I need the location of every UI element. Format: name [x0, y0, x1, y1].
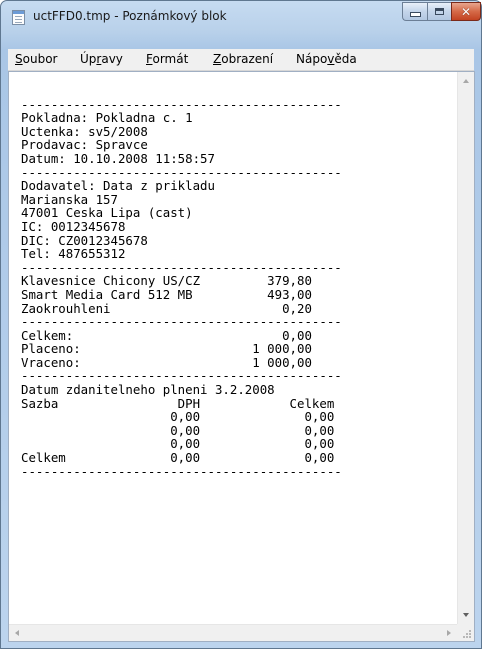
close-icon: ✕ [460, 4, 472, 19]
minimize-icon [410, 12, 421, 17]
document-text[interactable]: ----------------------------------------… [21, 84, 342, 478]
menu-soubor[interactable]: Soubor [15, 52, 57, 66]
maximize-button[interactable] [427, 2, 452, 21]
scroll-right-arrow-icon[interactable] [447, 630, 451, 636]
menu-bar: Soubor Úpravy Formát Zobrazení Nápověda [8, 49, 474, 71]
menu-napoveda[interactable]: Nápověda [296, 52, 357, 66]
scroll-down-arrow-icon[interactable] [463, 613, 469, 617]
minimize-button[interactable] [402, 2, 428, 21]
horizontal-scrollbar[interactable] [9, 624, 457, 641]
menu-zobrazeni[interactable]: Zobrazení [213, 52, 273, 66]
menu-format[interactable]: Formát [146, 52, 188, 66]
notepad-window: uctFFD0.tmp - Poznámkový blok ✕ Soubor Ú… [0, 0, 482, 649]
notepad-icon[interactable] [12, 10, 25, 25]
text-editor-area[interactable]: ----------------------------------------… [8, 71, 475, 642]
scroll-left-arrow-icon[interactable] [15, 630, 19, 636]
maximize-icon [435, 8, 444, 15]
close-button[interactable]: ✕ [451, 2, 481, 21]
window-title: uctFFD0.tmp - Poznámkový blok [33, 9, 227, 23]
scroll-up-arrow-icon[interactable] [463, 79, 469, 83]
resize-grip-icon[interactable] [457, 624, 474, 641]
vertical-scrollbar[interactable] [457, 72, 474, 624]
title-bar[interactable]: uctFFD0.tmp - Poznámkový blok ✕ [1, 1, 481, 31]
menu-upravy[interactable]: Úpravy [80, 52, 123, 66]
